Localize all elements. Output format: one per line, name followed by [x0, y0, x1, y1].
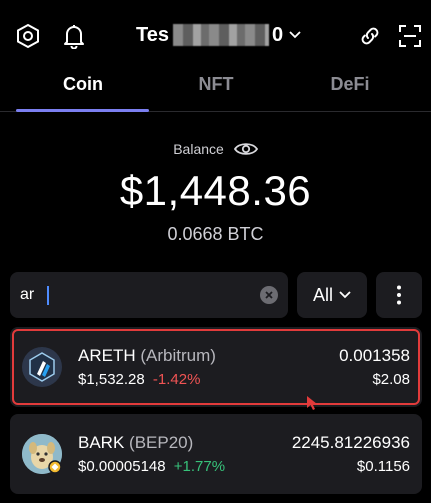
token-network: (Arbitrum)	[140, 346, 216, 365]
arbitrum-logo-icon	[22, 347, 62, 387]
chevron-down-icon	[289, 31, 301, 39]
balance-btc: 0.0668 BTC	[167, 224, 264, 244]
clear-icon[interactable]	[260, 286, 278, 304]
token-symbol: BARK	[78, 433, 125, 452]
chevron-down-icon	[339, 291, 351, 299]
token-price-line: $0.00005148 +1.77%	[78, 458, 225, 475]
wallet-selector[interactable]: Tes 0	[136, 22, 301, 48]
token-value: $2.08	[372, 371, 410, 388]
token-network: (BEP20)	[129, 433, 194, 452]
search-box	[10, 272, 288, 318]
tab-defi[interactable]: DeFi	[300, 74, 400, 95]
token-name: BARK (BEP20)	[78, 433, 193, 453]
bark-dog-logo-icon	[22, 434, 62, 474]
token-name: ARETH (Arbitrum)	[78, 346, 216, 366]
settings-hex-icon[interactable]	[14, 22, 42, 50]
active-tab-indicator	[16, 109, 149, 112]
wallet-name-suffix: 0	[271, 23, 284, 46]
more-options-button[interactable]	[376, 272, 422, 318]
top-bar: Tes 0	[0, 0, 431, 70]
cursor-pointer-icon	[306, 395, 320, 416]
token-price: $1,532.28	[78, 371, 145, 388]
link-icon[interactable]	[356, 22, 384, 50]
filter-selected: All	[312, 284, 333, 305]
eye-icon[interactable]	[233, 141, 258, 157]
tab-nft[interactable]: NFT	[166, 74, 266, 95]
token-symbol: ARETH	[78, 346, 136, 365]
tab-coin[interactable]: Coin	[33, 74, 133, 95]
kebab-menu-icon	[397, 285, 401, 305]
filter-dropdown[interactable]: All	[297, 272, 367, 318]
wallet-name-redacted	[172, 24, 269, 46]
token-amount: 2245.81226936	[291, 433, 410, 452]
text-caret	[47, 286, 49, 305]
token-row-areth[interactable]: ARETH (Arbitrum) $1,532.28 -1.42% 0.0013…	[10, 327, 422, 407]
scan-icon[interactable]	[396, 22, 424, 50]
token-change: +1.77%	[173, 458, 226, 475]
asset-tabs: Coin NFT DeFi	[0, 62, 431, 112]
token-price: $0.00005148	[78, 458, 166, 475]
token-change: -1.42%	[152, 371, 201, 388]
token-price-line: $1,532.28 -1.42%	[78, 371, 200, 388]
balance-value: $1,448.36	[119, 167, 312, 214]
balance-header: Balance	[0, 141, 431, 157]
token-amount: 0.001358	[339, 346, 410, 365]
bell-icon[interactable]	[60, 22, 88, 50]
token-row-bark[interactable]: BARK (BEP20) $0.00005148 +1.77% 2245.812…	[10, 414, 422, 494]
search-input[interactable]	[20, 282, 250, 308]
token-value: $0.1156	[356, 458, 410, 475]
balance-label: Balance	[173, 141, 224, 157]
wallet-name-prefix: Tes	[136, 23, 169, 46]
